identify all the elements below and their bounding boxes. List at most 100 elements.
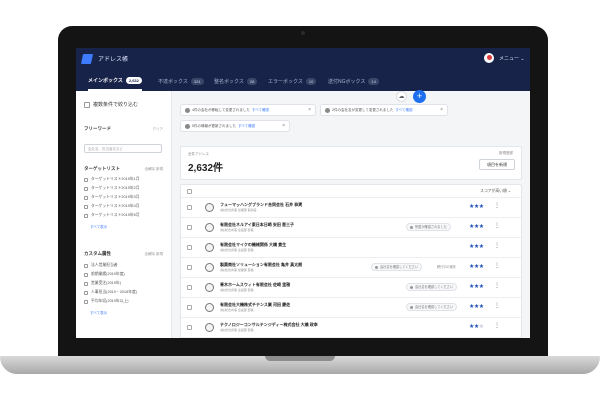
- chip-text: 会社名を確認してください: [415, 305, 454, 309]
- star-icon: ★: [478, 224, 484, 230]
- kebab-icon[interactable]: ⋮: [494, 302, 500, 309]
- menu-button[interactable]: メニュー ⌄: [499, 55, 525, 62]
- row-checkbox[interactable]: [187, 265, 192, 270]
- target-list-heading: ターゲットリスト: [84, 166, 120, 171]
- item-label: ターゲットリスト2019年1月: [91, 177, 140, 181]
- star-rating: ★★★: [469, 283, 484, 290]
- item-label: 人事担当(2019・2018年度): [91, 290, 137, 294]
- notification-text: 5件の情報が更新されました: [192, 123, 236, 128]
- company-avatar: [205, 323, 214, 332]
- target-list-actions[interactable]: 全解除 新規: [145, 167, 163, 172]
- tab-undelivered-box[interactable]: 不達ボックス 324: [158, 71, 204, 91]
- table-row[interactable]: 有限会社大機株式チテンス業 河田 慶佐 (株)総合商事 企画部 部長 会社名を確…: [181, 298, 521, 318]
- tab-count-badge: 28: [246, 77, 258, 85]
- user-avatar[interactable]: [484, 53, 494, 63]
- table-row[interactable]: 有限会社ネルアイ東日本日崎 安田 恵三子 (株)総合商事 企画部 部長 所属が確…: [181, 218, 521, 238]
- checkbox[interactable]: [84, 290, 88, 295]
- kebab-icon[interactable]: ⋮: [494, 242, 500, 249]
- tab-ng-box[interactable]: 送付NGボックス 14: [328, 71, 379, 91]
- custom-attr-item[interactable]: 人事担当(2019・2018年度): [84, 290, 137, 295]
- star-rating: ★★★: [469, 223, 484, 230]
- row-checkbox[interactable]: [187, 285, 192, 290]
- checkbox[interactable]: [84, 281, 88, 286]
- checkbox[interactable]: [84, 272, 88, 277]
- table-row[interactable]: テクノロジーコンサルテンジディー株式会社 大橋 政幸 (株)総合商事 企画部 部…: [181, 318, 521, 338]
- item-label: ターゲットリスト2019年4月: [91, 204, 140, 208]
- status-chip: 会社名を確認してください: [371, 263, 423, 271]
- item-label: 前期業績(2019年度): [91, 272, 125, 276]
- tab-count-badge: 14: [368, 77, 379, 85]
- freeword-heading: フリーワード: [84, 126, 111, 131]
- close-icon[interactable]: ×: [440, 107, 443, 113]
- contact-list: スコアが高い順 ⌄ フューマッハングブランド合同会社 石井 恭実 (株)総合商事…: [180, 184, 522, 338]
- status-chip: 会社名を確認してください: [406, 283, 458, 291]
- kebab-icon[interactable]: ⋮: [494, 262, 500, 269]
- table-row[interactable]: 青木ホームスウィト有限会社 佐崎 里雅 (株)総合商事 企画部 部長 会社名を確…: [181, 278, 521, 298]
- new-item-button[interactable]: 項目を新規: [479, 159, 515, 170]
- close-icon[interactable]: ×: [282, 123, 285, 129]
- table-row[interactable]: 有限会社マイクの機械関係 大橋 貴生 (株)総合商事 企画部 部長 ★★★ ⋮: [181, 238, 521, 258]
- star-rating: ★★★: [469, 243, 484, 250]
- row-checkbox[interactable]: [187, 325, 192, 330]
- row-checkbox[interactable]: [187, 205, 192, 210]
- info-icon: [325, 107, 330, 113]
- checkbox[interactable]: [84, 213, 88, 218]
- tab-main-box[interactable]: メインボックス 2,632: [88, 71, 142, 91]
- target-list-item[interactable]: ターゲットリスト2019年4月: [84, 204, 140, 209]
- count-label: 全件アドレス: [188, 152, 209, 156]
- contact-subtitle: (株)総合商事 企画部 部長: [220, 308, 254, 312]
- notification-link[interactable]: すべて確認: [238, 124, 255, 129]
- checkbox[interactable]: [84, 101, 90, 108]
- row-checkbox[interactable]: [187, 245, 192, 250]
- custom-attr-actions[interactable]: 全解除 新規: [145, 252, 163, 257]
- tab-cleanup-box[interactable]: 整名ボックス 28: [214, 71, 258, 91]
- row-checkbox[interactable]: [187, 305, 192, 310]
- notification-link[interactable]: すべて確認: [395, 108, 412, 113]
- target-list-item[interactable]: ターゲットリスト2019年2月: [84, 186, 140, 191]
- target-list-show-all[interactable]: すべて表示: [90, 225, 107, 230]
- multi-filter-toggle[interactable]: 複数条件で絞り込む: [84, 101, 138, 108]
- contact-subtitle: (株)総合商事 企画部 部長: [220, 288, 254, 292]
- sort-dropdown[interactable]: スコアが高い順 ⌄: [480, 188, 511, 194]
- custom-attr-item[interactable]: 前期業績(2019年度): [84, 272, 125, 277]
- checkbox[interactable]: [84, 177, 88, 182]
- custom-attr-item[interactable]: 営業受注(2019年): [84, 281, 121, 286]
- checkbox[interactable]: [84, 299, 88, 304]
- table-row[interactable]: 製薬商社ソリューション有限会社 亀井 真太朗 (株)総合商事 営業部 部長 会社…: [181, 258, 521, 278]
- custom-attr-show-all[interactable]: すべて表示: [90, 311, 107, 316]
- star-rating: ★★★: [469, 203, 484, 210]
- mailbox-tabs: メインボックス 2,632 不達ボックス 324 整名ボックス 28 エラーボックス 1…: [76, 71, 530, 91]
- tab-error-box[interactable]: エラーボックス 10: [268, 71, 317, 91]
- star-rating: ★★★: [469, 303, 484, 310]
- custom-attr-item[interactable]: 法人営業担当者: [84, 263, 118, 268]
- checkbox[interactable]: [84, 204, 88, 209]
- plus-icon[interactable]: +: [413, 90, 426, 103]
- cloud-sync-icon[interactable]: ☁: [396, 91, 407, 102]
- notification-link[interactable]: すべて確認: [252, 108, 269, 113]
- notification-chip: 2件の会社名が変更して変更されました すべて確認 ×: [320, 104, 448, 116]
- kebab-icon[interactable]: ⋮: [494, 282, 500, 289]
- logo-icon[interactable]: [80, 54, 94, 64]
- kebab-icon[interactable]: ⋮: [494, 322, 500, 329]
- target-list-item[interactable]: ターゲットリスト2019年1月: [84, 177, 140, 182]
- checkbox[interactable]: [84, 263, 88, 268]
- row-checkbox[interactable]: [187, 225, 192, 230]
- select-all-checkbox[interactable]: [187, 189, 192, 194]
- checkbox[interactable]: [84, 195, 88, 200]
- info-icon: [185, 107, 190, 113]
- checkbox[interactable]: [84, 186, 88, 191]
- kebab-icon[interactable]: ⋮: [494, 222, 500, 229]
- app-title: アドレス帳: [98, 57, 129, 63]
- freeword-search-input[interactable]: 会社名、担当者名など: [84, 144, 162, 153]
- close-icon[interactable]: ×: [308, 107, 311, 113]
- table-row[interactable]: フューマッハングブランド合同会社 石井 恭実 (株)総合商事 営業部 取締役 ★…: [181, 198, 521, 218]
- info-icon: [410, 305, 413, 309]
- kebab-icon[interactable]: ⋮: [494, 202, 500, 209]
- target-list-item[interactable]: ターゲットリスト2019年5月: [84, 213, 140, 218]
- target-list-item[interactable]: ターゲットリスト2019年3月: [84, 195, 140, 200]
- freeword-clear-link[interactable]: クリア: [153, 127, 164, 132]
- laptop-base: [0, 356, 600, 374]
- custom-attr-item[interactable]: 平均年収(2019年以上): [84, 299, 129, 304]
- contact-subtitle: (株)総合商事 営業部 部長: [220, 268, 254, 272]
- item-label: 営業受注(2019年): [91, 281, 121, 285]
